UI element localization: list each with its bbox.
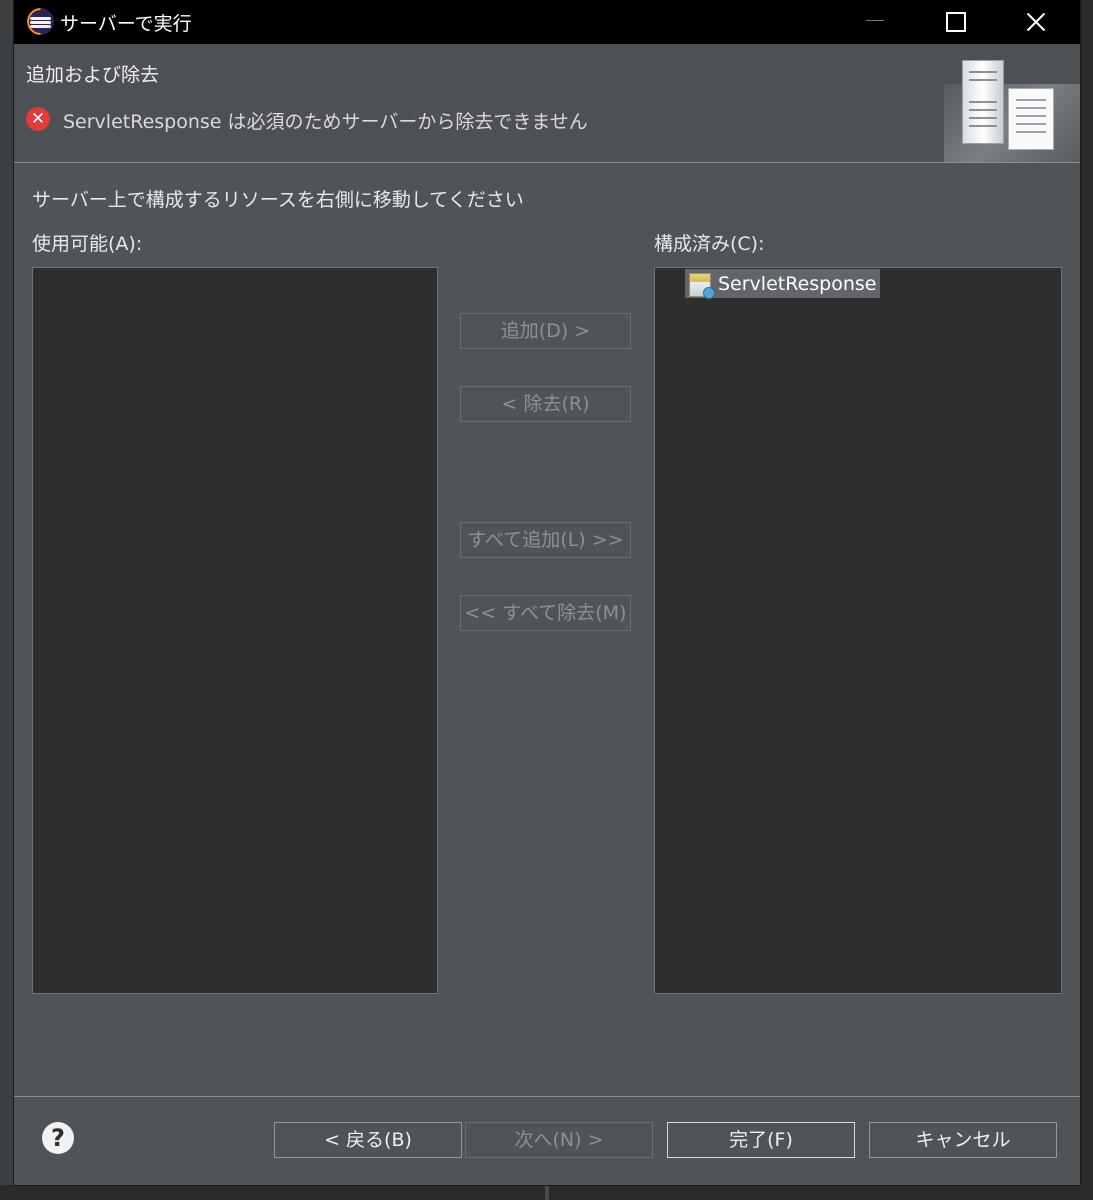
- wizard-header: 追加および除去 ✕ ServletResponse は必須のためサーバーから除去…: [14, 44, 1080, 162]
- cancel-button[interactable]: キャンセル: [869, 1122, 1057, 1158]
- background-right-panel: [1080, 0, 1093, 1200]
- list-item[interactable]: ServletResponse: [685, 269, 881, 299]
- available-label: 使用可能(A):: [32, 233, 143, 255]
- configured-list[interactable]: ServletResponse: [654, 267, 1062, 994]
- remove-button[interactable]: < 除去(R): [460, 386, 631, 422]
- run-on-server-dialog: サーバーで実行 追加および除去 ✕ ServletResponse は必須のため…: [14, 0, 1080, 1185]
- error-message: ServletResponse は必須のためサーバーから除去できません: [63, 111, 588, 133]
- minimize-button[interactable]: [842, 0, 910, 44]
- list-item-label: ServletResponse: [718, 273, 877, 295]
- help-icon[interactable]: ?: [42, 1122, 74, 1154]
- configured-label: 構成済み(C):: [654, 233, 765, 255]
- instruction-text: サーバー上で構成するリソースを右側に移動してください: [32, 189, 524, 211]
- maximize-button[interactable]: [920, 0, 988, 44]
- window-title: サーバーで実行: [60, 13, 192, 35]
- available-list[interactable]: [32, 267, 438, 994]
- remove-all-button[interactable]: << すべて除去(M): [460, 595, 631, 631]
- finish-button[interactable]: 完了(F): [667, 1122, 855, 1158]
- wizard-page-title: 追加および除去: [26, 64, 160, 86]
- background-left-panel: [0, 0, 14, 1200]
- next-button[interactable]: 次へ(N) >: [465, 1122, 653, 1158]
- footer-divider: [14, 1096, 1080, 1097]
- add-button[interactable]: 追加(D) >: [460, 313, 631, 349]
- server-banner-icon: [944, 44, 1080, 162]
- eclipse-app-icon: [27, 8, 54, 35]
- background-divider: [545, 1185, 549, 1200]
- web-project-icon: [689, 273, 715, 299]
- header-divider: [14, 162, 1080, 163]
- title-bar[interactable]: サーバーで実行: [14, 0, 1080, 44]
- add-all-button[interactable]: すべて追加(L) >>: [460, 522, 631, 558]
- back-button[interactable]: < 戻る(B): [274, 1122, 462, 1158]
- error-icon: ✕: [26, 107, 50, 131]
- close-button[interactable]: [1002, 0, 1070, 44]
